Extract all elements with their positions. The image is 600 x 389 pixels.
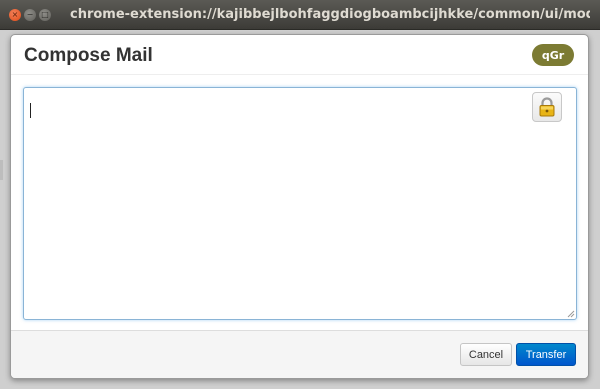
encrypt-lock-button[interactable] [532,92,562,122]
window-controls: × − □ [9,8,54,21]
window-maximize-button[interactable]: □ [39,8,51,21]
window-close-button[interactable]: × [9,8,21,21]
modal-footer: Cancel Transfer [11,330,588,378]
editor-wrapper [23,87,577,320]
modal-title: Compose Mail [24,45,153,66]
mail-body-editor[interactable] [23,87,577,320]
modal-header: Compose Mail qGr [11,35,588,75]
close-icon: × [11,9,19,19]
compose-modal: Compose Mail qGr Cancel Transfer [10,34,589,379]
transfer-button[interactable]: Transfer [516,343,576,366]
window-minimize-button[interactable]: − [24,8,36,21]
maximize-icon: □ [41,9,49,19]
user-badge[interactable]: qGr [532,44,574,66]
cancel-button[interactable]: Cancel [460,343,512,366]
window-edge [0,160,3,180]
text-caret [30,103,31,118]
window-titlebar: × − □ chrome-extension://kajibbejlbohfag… [0,0,600,30]
minimize-icon: − [26,9,34,19]
window-title: chrome-extension://kajibbejlbohfaggdiogb… [70,7,590,22]
resize-grip-icon[interactable] [567,310,575,318]
padlock-icon [539,97,555,117]
